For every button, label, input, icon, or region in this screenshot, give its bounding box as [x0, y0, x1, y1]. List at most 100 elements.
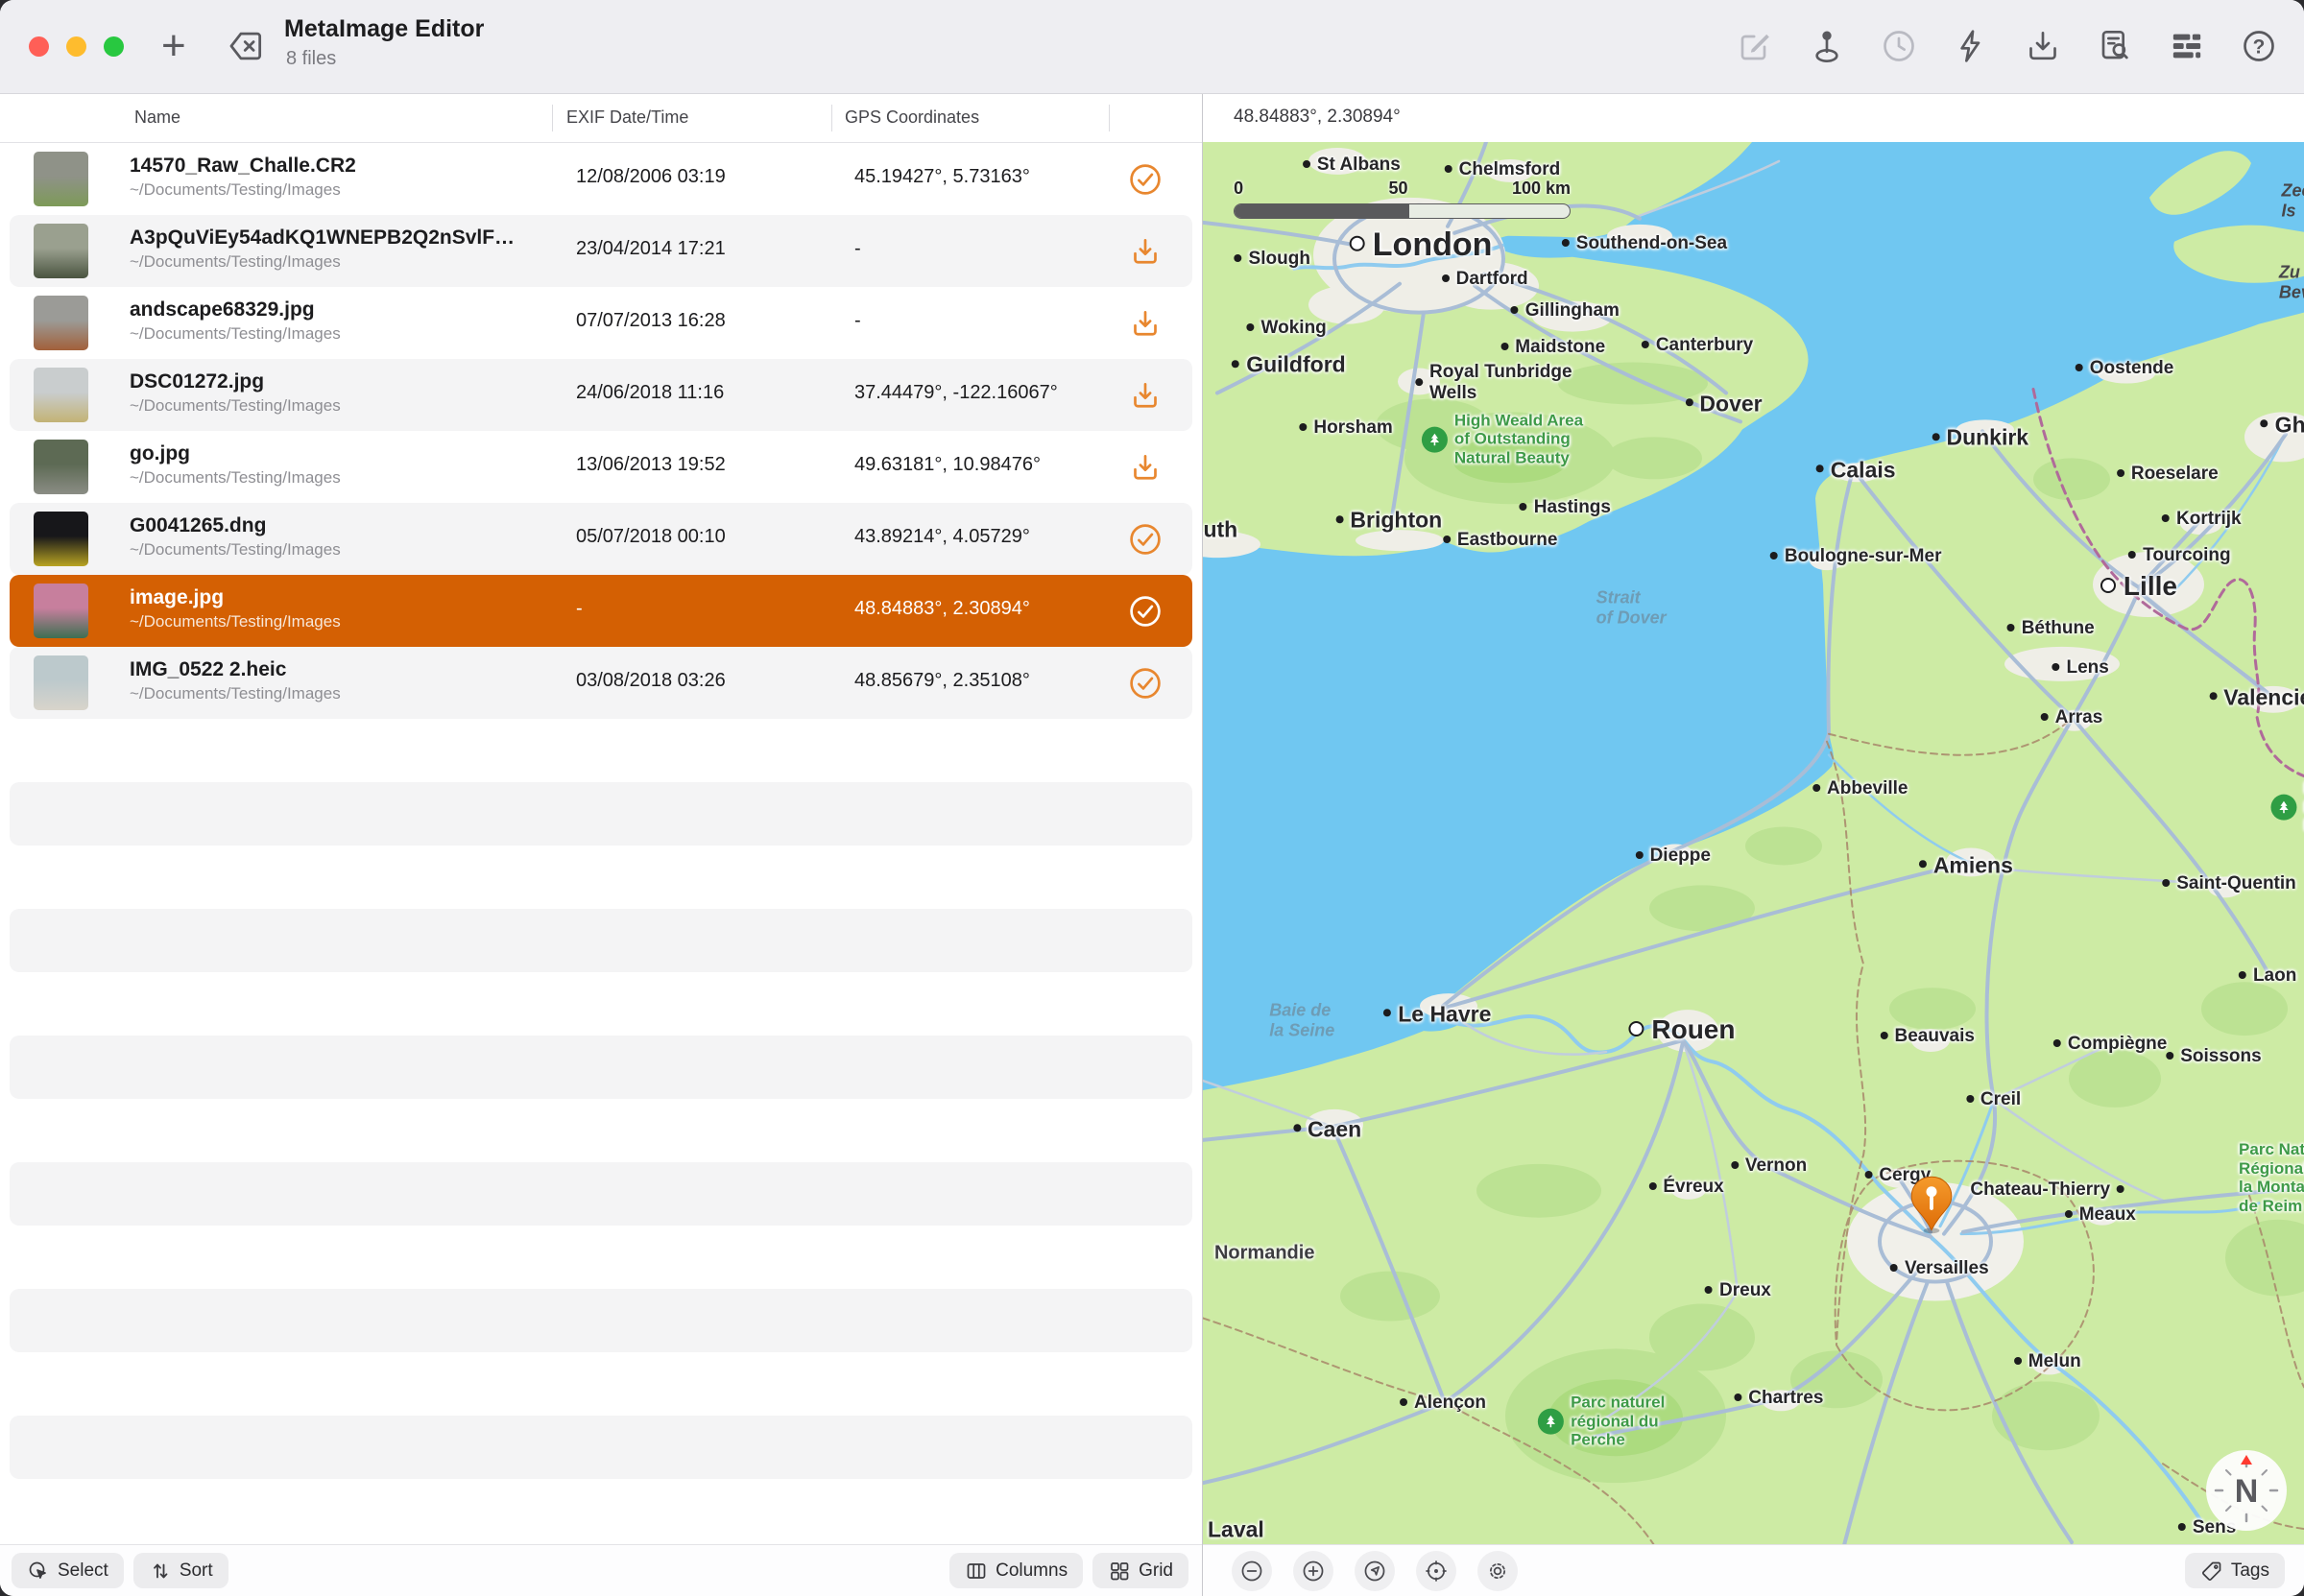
history-clock-icon[interactable] [1879, 26, 1919, 66]
zoom-in-button[interactable] [1293, 1551, 1333, 1591]
map-label: Eastbourne [1443, 528, 1558, 551]
map-label: Roeselare [2117, 462, 2219, 485]
check-circle-icon [1128, 594, 1163, 629]
empty-row [10, 909, 1192, 972]
status-check-icon[interactable] [1128, 522, 1163, 557]
scale-mid-label: 50 [1389, 179, 1408, 199]
map-labels-layer: LondonSt AlbansChelmsfordSouthend-on-Sea… [1203, 142, 2304, 1545]
status-import-icon[interactable] [1128, 306, 1163, 341]
table-row[interactable]: IMG_0522 2.heic~/Documents/Testing/Image… [10, 647, 1192, 719]
file-thumbnail [34, 368, 88, 422]
map-label: Soissons [2166, 1044, 2261, 1067]
gps-coordinates: - [854, 310, 861, 332]
city-dot [2052, 663, 2059, 671]
list-footer: Select Sort Columns [0, 1544, 1202, 1596]
file-name: G0041265.dng [130, 512, 341, 538]
file-path: ~/Documents/Testing/Images [130, 250, 515, 274]
map-label: Chelmsford [1445, 157, 1561, 180]
import-icon[interactable] [2023, 26, 2063, 66]
map-pin-marker[interactable] [1908, 1175, 1956, 1234]
close-window-button[interactable] [29, 36, 49, 57]
status-check-icon[interactable] [1128, 666, 1163, 701]
map-settings-gear-button[interactable] [1477, 1551, 1518, 1591]
column-header-exif[interactable]: EXIF Date/Time [566, 107, 688, 128]
location-pin-icon[interactable] [1807, 26, 1847, 66]
map-label: Oostende [2076, 356, 2174, 379]
file-path: ~/Documents/Testing/Images [130, 179, 356, 202]
city-dot [1235, 254, 1242, 262]
window-title: MetaImage Editor [284, 15, 484, 43]
city-ring-dot [1350, 236, 1365, 251]
table-row[interactable]: G0041265.dng~/Documents/Testing/Images05… [10, 503, 1192, 575]
select-cursor-icon [27, 1560, 50, 1583]
map-label: Compiègne [2053, 1032, 2167, 1055]
add-files-button[interactable]: + [161, 21, 186, 71]
map-label: Meaux [2065, 1203, 2136, 1226]
grid-label: Grid [1139, 1560, 1173, 1582]
gps-coordinates: 43.89214°, 4.05729° [854, 526, 1030, 548]
column-divider[interactable] [831, 105, 832, 131]
map-label: Le Havre [1383, 997, 1491, 1028]
park-tree-icon [1538, 1409, 1564, 1435]
table-row[interactable]: 14570_Raw_Challe.CR2~/Documents/Testing/… [10, 143, 1192, 215]
scale-start-label: 0 [1234, 179, 1243, 199]
tags-button[interactable]: Tags [2185, 1553, 2285, 1588]
column-divider[interactable] [552, 105, 553, 131]
document-inspect-icon[interactable] [2095, 26, 2135, 66]
file-name: go.jpg [130, 441, 341, 466]
help-icon[interactable]: ? [2239, 26, 2279, 66]
file-thumbnail [34, 224, 88, 278]
file-name: image.jpg [130, 584, 341, 610]
zoom-out-button[interactable] [1232, 1551, 1272, 1591]
columns-view-button[interactable]: Columns [949, 1553, 1083, 1588]
city-dot [1734, 1394, 1741, 1401]
file-name: A3pQuViEy54adKQ1WNEPB2Q2nSvlF… [130, 225, 515, 250]
map-label: Vernon [1731, 1154, 1807, 1177]
status-check-icon[interactable] [1128, 594, 1163, 629]
column-header-gps[interactable]: GPS Coordinates [845, 107, 979, 128]
map-scale-bar: 0 50 100 km [1234, 179, 1571, 219]
import-arrow-icon [1128, 378, 1163, 413]
column-divider[interactable] [1109, 105, 1110, 131]
empty-row [10, 1416, 1192, 1479]
table-row[interactable]: DSC01272.jpg~/Documents/Testing/Images24… [10, 359, 1192, 431]
grid-view-button[interactable]: Grid [1092, 1553, 1188, 1588]
status-import-icon[interactable] [1128, 234, 1163, 269]
table-row[interactable]: andscape68329.jpg~/Documents/Testing/Ima… [10, 287, 1192, 359]
map-label: Brighton [1335, 503, 1442, 534]
map-label: Tourcoing [2128, 543, 2230, 566]
table-row[interactable]: A3pQuViEy54adKQ1WNEPB2Q2nSvlF…~/Document… [10, 215, 1192, 287]
tags-label: Tags [2231, 1560, 2269, 1582]
check-circle-icon [1128, 666, 1163, 701]
map-label: Straitof Dover [1596, 588, 1667, 628]
metadata-list-icon[interactable] [2167, 26, 2207, 66]
map-label: St Albans [1303, 153, 1401, 176]
svg-text:?: ? [2253, 36, 2266, 58]
center-pin-button[interactable] [1416, 1551, 1456, 1591]
status-import-icon[interactable] [1128, 378, 1163, 413]
lightning-icon[interactable] [1951, 26, 1991, 66]
sort-button[interactable]: Sort [133, 1553, 228, 1588]
map-label: Hastings [1520, 495, 1611, 518]
current-location-button[interactable] [1355, 1551, 1395, 1591]
table-row[interactable]: image.jpg~/Documents/Testing/Images-48.8… [10, 575, 1192, 647]
map-label: Saint-Quentin [2162, 871, 2296, 894]
select-button[interactable]: Select [12, 1553, 124, 1588]
edit-icon[interactable] [1735, 26, 1775, 66]
table-row[interactable]: go.jpg~/Documents/Testing/Images13/06/20… [10, 431, 1192, 503]
minimize-window-button[interactable] [66, 36, 86, 57]
city-dot [1919, 861, 1927, 869]
zoom-window-button[interactable] [104, 36, 124, 57]
compass-control[interactable]: N [2203, 1447, 2290, 1534]
map-label: Parc naturelrégional duPerche [1538, 1394, 1665, 1450]
backspace-clear-icon[interactable] [225, 25, 267, 67]
exif-datetime: - [576, 598, 583, 620]
file-thumbnail [34, 440, 88, 494]
map-label: Calais [1816, 452, 1896, 483]
status-import-icon[interactable] [1128, 450, 1163, 485]
map-label: Normandie [1214, 1242, 1314, 1264]
status-check-icon[interactable] [1128, 162, 1163, 197]
map-view[interactable]: LondonSt AlbansChelmsfordSouthend-on-Sea… [1203, 142, 2304, 1545]
column-header-name[interactable]: Name [134, 107, 180, 128]
map-label: Beauvais [1880, 1024, 1974, 1047]
